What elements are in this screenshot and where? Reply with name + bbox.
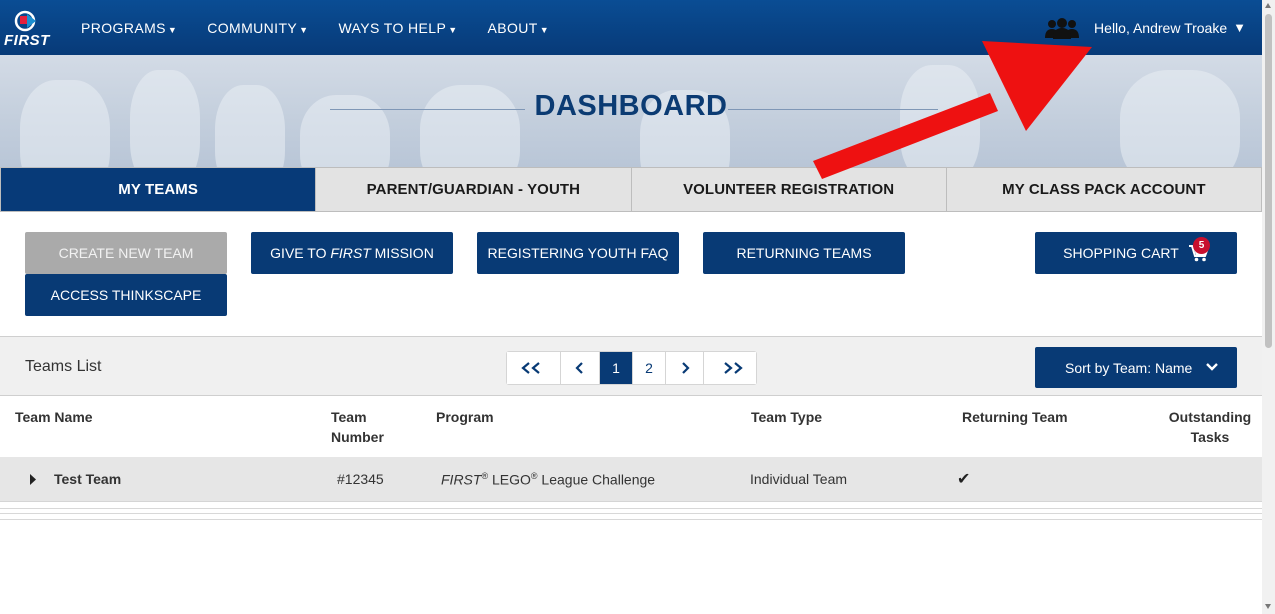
program-rest: League Challenge	[537, 471, 656, 488]
user-greeting: Hello, Andrew Troake	[1094, 19, 1228, 36]
tab-my-class-pack-account[interactable]: MY CLASS PACK ACCOUNT	[945, 168, 1261, 211]
expand-caret-icon[interactable]	[29, 474, 37, 485]
col-outstanding-line1: Outstanding	[1168, 409, 1252, 425]
tab-volunteer-registration[interactable]: VOLUNTEER REGISTRATION	[630, 168, 946, 211]
first-page-button[interactable]	[507, 352, 560, 384]
prev-page-button[interactable]	[560, 352, 599, 384]
page-1-button[interactable]: 1	[599, 352, 632, 384]
dashboard-tabs: MY TEAMS PARENT/GUARDIAN - YOUTH VOLUNTE…	[0, 167, 1262, 212]
page-2-button[interactable]: 2	[632, 352, 665, 384]
first-logo-mark	[14, 10, 36, 32]
give-suffix: MISSION	[370, 245, 434, 261]
pagination: 1 2	[506, 351, 757, 385]
page-scrollbar[interactable]	[1262, 0, 1275, 614]
menu-community-label: COMMUNITY	[207, 19, 298, 36]
team-number-cell: #12345	[337, 471, 384, 487]
first-logo[interactable]: FIRST	[4, 10, 54, 50]
tab-my-teams[interactable]: MY TEAMS	[0, 168, 316, 211]
scroll-down-arrow-icon[interactable]	[1265, 604, 1271, 609]
returning-teams-button[interactable]: RETURNING TEAMS	[703, 232, 905, 274]
program-lego: LEGO	[488, 471, 531, 488]
menu-ways-to-help[interactable]: WAYS TO HELP ▼	[338, 20, 457, 36]
sort-label: Sort by Team: Name	[1065, 359, 1193, 376]
menu-programs[interactable]: PROGRAMS ▼	[81, 20, 177, 36]
returning-check-icon: ✔	[957, 471, 971, 488]
logo-text: FIRST	[4, 32, 50, 49]
caret-down-icon: ▼	[167, 24, 178, 35]
col-program: Program	[436, 409, 494, 425]
col-team-number-line2: Number	[331, 429, 384, 445]
shopping-cart-button[interactable]: SHOPPING CART 5	[1035, 232, 1237, 274]
create-new-team-button[interactable]: CREATE NEW TEAM	[25, 232, 227, 274]
divider	[0, 513, 1262, 514]
table-row[interactable]: Test Team #12345 FIRST® LEGO® League Cha…	[0, 457, 1262, 502]
give-to-first-mission-button[interactable]: GIVE TO FIRST MISSION	[251, 232, 453, 274]
registering-youth-faq-button[interactable]: REGISTERING YOUTH FAQ	[477, 232, 679, 274]
page-title: DASHBOARD	[534, 90, 728, 122]
double-chevron-right-icon	[724, 362, 743, 374]
team-name-cell[interactable]: Test Team	[54, 471, 121, 487]
last-page-button[interactable]	[703, 352, 756, 384]
menu-about-label: ABOUT	[487, 19, 538, 36]
menu-programs-label: PROGRAMS	[81, 19, 166, 36]
teams-list-title: Teams List	[25, 358, 102, 375]
top-nav: FIRST PROGRAMS ▼ COMMUNITY ▼ WAYS TO HELP ▼…	[0, 0, 1262, 55]
menu-community[interactable]: COMMUNITY ▼	[207, 20, 308, 36]
col-returning-team: Returning Team	[962, 409, 1068, 425]
next-page-button[interactable]	[665, 352, 703, 384]
caret-down-icon: ▼	[1233, 20, 1246, 35]
program-cell: FIRST® LEGO® League Challenge	[441, 471, 655, 488]
col-outstanding-line2: Tasks	[1190, 429, 1230, 445]
chevron-left-icon	[575, 362, 583, 374]
teams-list-header: Teams List 1 2 Sort by Team: Name	[0, 336, 1262, 396]
col-team-type: Team Type	[751, 409, 823, 425]
tab-parent-guardian-youth[interactable]: PARENT/GUARDIAN - YOUTH	[315, 168, 631, 211]
team-type-cell: Individual Team	[750, 471, 848, 487]
sort-dropdown[interactable]: Sort by Team: Name	[1035, 347, 1237, 388]
col-team-number-line1: Team	[331, 409, 367, 425]
chevron-right-icon	[681, 362, 690, 374]
divider	[0, 519, 1262, 520]
col-team-name: Team Name	[15, 409, 93, 425]
users-icon	[1045, 17, 1080, 39]
chevron-down-icon	[1206, 363, 1218, 371]
registered-mark: ®	[530, 471, 538, 481]
caret-down-icon: ▼	[539, 24, 550, 35]
caret-down-icon: ▼	[299, 24, 309, 35]
menu-ways-to-help-label: WAYS TO HELP	[338, 19, 447, 36]
cart-count-badge: 5	[1193, 237, 1210, 254]
menu-about[interactable]: ABOUT ▼	[488, 20, 550, 36]
user-menu[interactable]: Hello, Andrew Troake ▼	[1044, 0, 1246, 55]
main-menu: PROGRAMS ▼ COMMUNITY ▼ WAYS TO HELP ▼ ABOUT…	[81, 0, 579, 55]
double-chevron-left-icon	[520, 362, 540, 374]
col-outstanding-tasks: Outstanding Tasks	[1160, 407, 1260, 447]
dashboard-banner: DASHBOARD	[0, 55, 1262, 167]
caret-down-icon: ▼	[448, 24, 458, 35]
access-thinkscape-button[interactable]: ACCESS THINKSCAPE	[25, 274, 227, 316]
scroll-thumb[interactable]	[1265, 14, 1272, 348]
scroll-up-arrow-icon[interactable]	[1265, 3, 1271, 8]
col-team-number: Team Number	[331, 407, 384, 447]
give-first: FIRST	[330, 245, 371, 261]
divider	[0, 508, 1262, 509]
teams-table-header: Team Name Team Number Program Team Type …	[0, 396, 1262, 456]
give-prefix: GIVE TO	[270, 245, 331, 261]
shopping-cart-label: SHOPPING CART	[1063, 245, 1179, 261]
program-first: FIRST	[441, 471, 482, 488]
